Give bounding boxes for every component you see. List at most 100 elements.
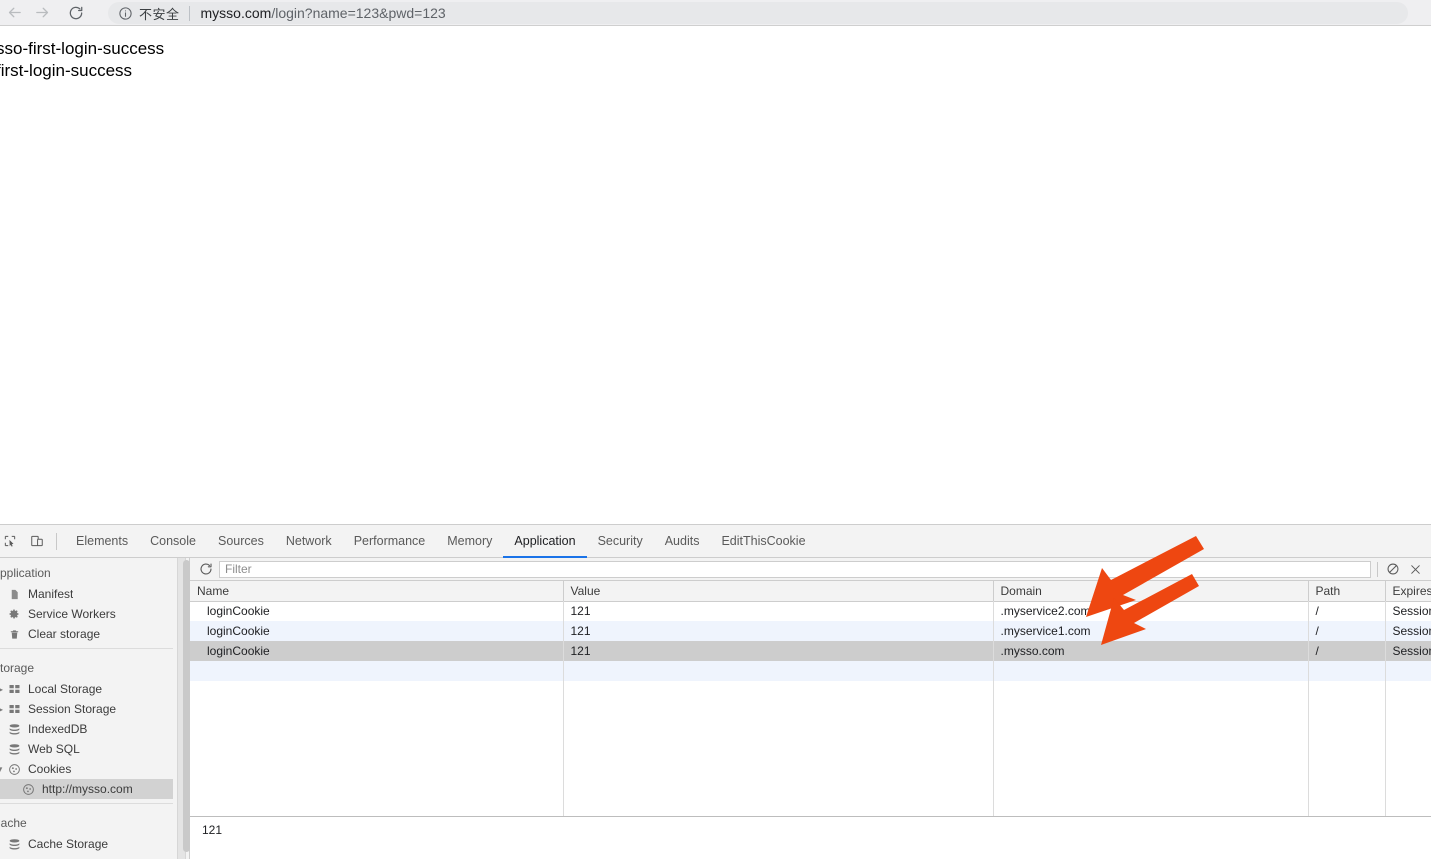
application-sidebar[interactable]: Application ▶Manifest▶Service Workers▶Cle… bbox=[0, 558, 173, 859]
page-text-line-2: first-login-success bbox=[0, 61, 133, 80]
gear-icon bbox=[6, 607, 22, 621]
column-divider-domain bbox=[1308, 601, 1309, 816]
filter-placeholder: Filter bbox=[225, 562, 252, 576]
sidebar-divider bbox=[0, 648, 173, 649]
devtools-tab-elements[interactable]: Elements bbox=[65, 525, 139, 558]
sidebar-item-label: IndexedDB bbox=[28, 722, 88, 736]
reload-icon bbox=[68, 5, 84, 21]
table-row[interactable]: loginCookie 121 .mysso.com / Session bbox=[190, 641, 1431, 661]
cookies-filter-bar: Filter bbox=[190, 558, 1431, 581]
cell-path: / bbox=[1308, 621, 1386, 641]
devtools-tab-network[interactable]: Network bbox=[275, 525, 343, 558]
cell-expires: Session bbox=[1385, 601, 1431, 621]
devtools-tab-performance[interactable]: Performance bbox=[343, 525, 437, 558]
sidebar-item-label: Service Workers bbox=[28, 607, 116, 621]
sidebar-item-service-workers[interactable]: ▶Service Workers bbox=[0, 604, 173, 624]
block-icon[interactable] bbox=[1382, 559, 1404, 580]
info-circle-icon[interactable] bbox=[118, 6, 133, 21]
back-button[interactable] bbox=[0, 0, 28, 26]
cell-path: / bbox=[1308, 641, 1386, 661]
database-icon bbox=[6, 722, 22, 736]
cookie-icon bbox=[20, 782, 36, 796]
cell-empty bbox=[1308, 661, 1386, 681]
security-status-text: 不安全 bbox=[139, 6, 180, 22]
arrow-left-icon bbox=[6, 4, 23, 21]
database-icon bbox=[6, 837, 22, 851]
table-row[interactable]: loginCookie 121 .myservice1.com / Session bbox=[190, 621, 1431, 641]
cell-empty bbox=[1385, 661, 1431, 681]
cookie-preview-text: 121 bbox=[202, 823, 223, 837]
page-viewport: sso-first-login-success first-login-succ… bbox=[0, 27, 1431, 523]
cell-empty bbox=[993, 661, 1309, 681]
table-header-row: Name Value Domain Path Expires bbox=[190, 581, 1431, 602]
cell-empty bbox=[190, 661, 564, 681]
device-toolbar-icon[interactable] bbox=[23, 528, 50, 554]
sidebar-scrollbar-track[interactable] bbox=[177, 558, 190, 859]
column-header-domain[interactable]: Domain bbox=[993, 581, 1309, 602]
close-icon[interactable] bbox=[1404, 559, 1426, 580]
url-host: mysso.com bbox=[200, 5, 272, 21]
cell-name: loginCookie bbox=[190, 621, 564, 641]
column-header-name[interactable]: Name bbox=[190, 581, 564, 602]
cell-empty bbox=[563, 661, 994, 681]
cell-value: 121 bbox=[563, 621, 994, 641]
sidebar-item-local-storage[interactable]: ▶Local Storage bbox=[0, 679, 173, 699]
table-row-empty bbox=[190, 661, 1431, 681]
reload-button[interactable] bbox=[62, 0, 90, 26]
column-header-value[interactable]: Value bbox=[563, 581, 994, 602]
cookies-table[interactable]: Name Value Domain Path Expires loginCookie 12… bbox=[190, 581, 1431, 681]
sidebar-item-session-storage[interactable]: ▶Session Storage bbox=[0, 699, 173, 719]
database-icon bbox=[6, 742, 22, 756]
trash-icon bbox=[6, 627, 22, 641]
table-row[interactable]: loginCookie 121 .myservice2.com / Session bbox=[190, 601, 1431, 621]
cell-domain: .myservice2.com bbox=[993, 601, 1309, 621]
cell-expires: Session bbox=[1385, 621, 1431, 641]
devtools-tab-editthiscookie[interactable]: EditThisCookie bbox=[710, 525, 816, 558]
sidebar-item-label: Web SQL bbox=[28, 742, 80, 756]
column-divider-path bbox=[1385, 601, 1386, 816]
cell-name: loginCookie bbox=[190, 641, 564, 661]
column-header-expires[interactable]: Expires bbox=[1385, 581, 1431, 602]
devtools-tab-memory[interactable]: Memory bbox=[436, 525, 503, 558]
sidebar-item-label: Manifest bbox=[28, 587, 74, 601]
sidebar-item-manifest[interactable]: ▶Manifest bbox=[0, 584, 173, 604]
sidebar-item-cookies[interactable]: ▼Cookies bbox=[0, 759, 173, 779]
devtools-panel: Elements Console Sources Network Performance… bbox=[0, 524, 1431, 859]
devtools-tab-application[interactable]: Application bbox=[503, 525, 587, 558]
sidebar-item-indexeddb[interactable]: ▶IndexedDB bbox=[0, 719, 173, 739]
cell-value: 121 bbox=[563, 641, 994, 661]
sidebar-item-clear-storage[interactable]: ▶Clear storage bbox=[0, 624, 173, 644]
forward-button[interactable] bbox=[28, 0, 56, 26]
devtools-tabbar: Elements Console Sources Network Performance… bbox=[0, 525, 1431, 558]
address-bar[interactable]: 不安全 mysso.com/login?name=123&pwd=123 bbox=[108, 2, 1408, 24]
cookie-icon bbox=[6, 762, 22, 776]
sidebar-splitter[interactable] bbox=[173, 558, 190, 859]
sidebar-item-web-sql[interactable]: ▶Web SQL bbox=[0, 739, 173, 759]
cookies-table-wrapper: Name Value Domain Path Expires loginCookie 12… bbox=[190, 581, 1431, 817]
inspect-element-icon[interactable] bbox=[0, 528, 23, 554]
sidebar-section-title-cache: Cache bbox=[0, 816, 27, 830]
browser-window: 不安全 mysso.com/login?name=123&pwd=123 sso… bbox=[0, 0, 1431, 859]
storage-icon bbox=[6, 702, 22, 716]
sidebar-item-http-mysso-com[interactable]: ▶http://mysso.com bbox=[0, 779, 173, 799]
sidebar-section-title-storage: Storage bbox=[0, 661, 35, 675]
filter-input[interactable]: Filter bbox=[219, 560, 1371, 578]
table-body[interactable]: loginCookie 121 .myservice2.com / Session log… bbox=[190, 601, 1431, 681]
sidebar-scrollbar-thumb[interactable] bbox=[183, 560, 190, 852]
cell-domain: .mysso.com bbox=[993, 641, 1309, 661]
refresh-icon[interactable] bbox=[195, 559, 217, 580]
devtools-tab-sources[interactable]: Sources bbox=[207, 525, 275, 558]
filter-bar-divider bbox=[1377, 561, 1378, 577]
devtools-tab-console[interactable]: Console bbox=[139, 525, 207, 558]
sidebar-item-cache-storage[interactable]: ▶Cache Storage bbox=[0, 834, 173, 854]
column-header-path[interactable]: Path bbox=[1308, 581, 1386, 602]
devtools-tab-security[interactable]: Security bbox=[587, 525, 654, 558]
cell-expires: Session bbox=[1385, 641, 1431, 661]
column-divider-name bbox=[563, 601, 564, 816]
cookies-panel: Filter Name Value Domain Path Expires lo… bbox=[190, 558, 1431, 859]
toolbar-divider bbox=[56, 532, 57, 550]
cell-value: 121 bbox=[563, 601, 994, 621]
sidebar-item-label: Local Storage bbox=[28, 682, 103, 696]
sidebar-item-label: Session Storage bbox=[28, 702, 117, 716]
devtools-tab-audits[interactable]: Audits bbox=[654, 525, 711, 558]
